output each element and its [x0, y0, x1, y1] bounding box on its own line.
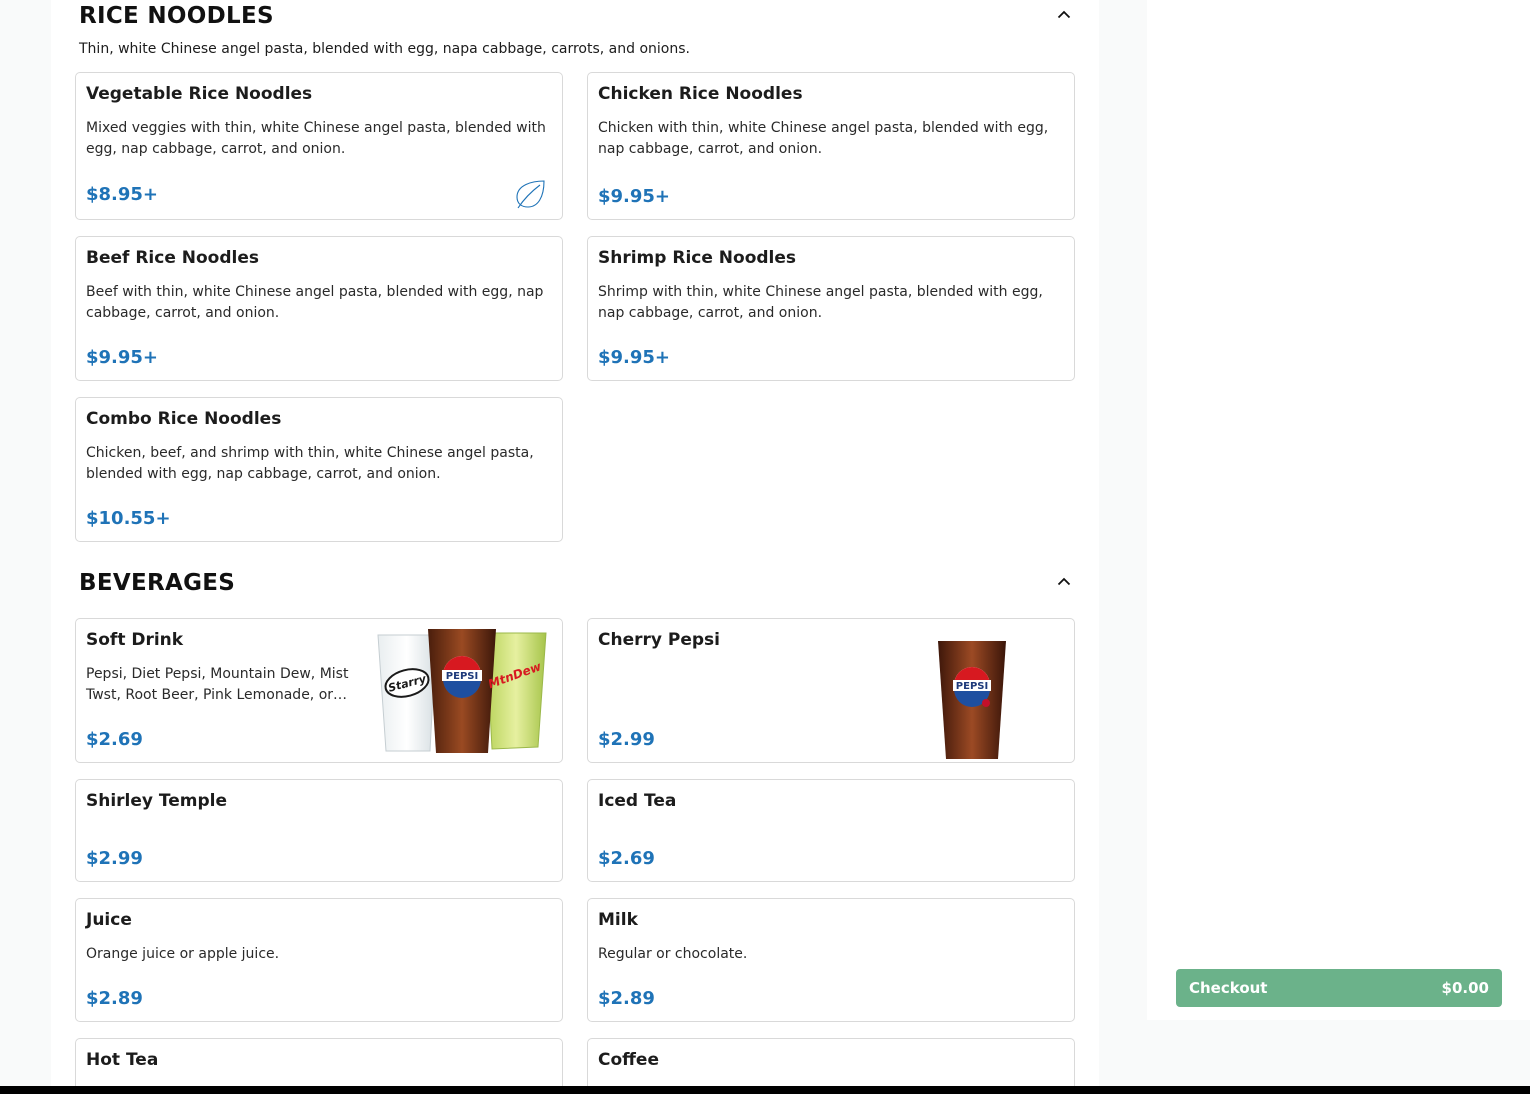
rice-noodles-section-header[interactable]: RICE NOODLES [79, 3, 1075, 29]
item-price: $2.69 [598, 848, 655, 869]
item-price: $2.69 [86, 729, 143, 750]
item-name: Vegetable Rice Noodles [86, 84, 313, 104]
item-description: Pepsi, Diet Pepsi, Mountain Dew, Mist Tw… [86, 666, 349, 703]
item-description: Chicken, beef, and shrimp with thin, whi… [86, 445, 534, 482]
checkout-total: $0.00 [1441, 979, 1489, 997]
item-price: $10.55+ [86, 508, 171, 529]
item-name: Cherry Pepsi [598, 630, 720, 650]
menu-item-card[interactable]: Combo Rice Noodles Chicken, beef, and sh… [75, 397, 563, 542]
item-name: Milk [598, 910, 638, 930]
svg-text:PEPSI: PEPSI [446, 671, 478, 682]
item-price: $9.95+ [86, 347, 159, 368]
item-description: Chicken with thin, white Chinese angel p… [598, 120, 1049, 157]
menu-column: RICE NOODLES Thin, white Chinese angel p… [51, 0, 1099, 1094]
item-name: Hot Tea [86, 1050, 159, 1070]
collapse-chevron-up-icon[interactable] [1053, 570, 1075, 592]
beverages-section-header[interactable]: BEVERAGES [79, 570, 1075, 596]
item-price: $9.95+ [598, 347, 671, 368]
menu-item-card[interactable]: Beef Rice Noodles Beef with thin, white … [75, 236, 563, 381]
menu-item-card[interactable]: Milk Regular or chocolate. $2.89 [587, 898, 1075, 1022]
menu-item-card[interactable]: Shrimp Rice Noodles Shrimp with thin, wh… [587, 236, 1075, 381]
item-name: Chicken Rice Noodles [598, 84, 803, 104]
collapse-chevron-up-icon[interactable] [1053, 3, 1075, 25]
item-price: $2.89 [86, 988, 143, 1009]
section-title: RICE NOODLES [79, 3, 274, 29]
menu-item-card[interactable]: Cherry Pepsi $2.99 PEPSI [587, 618, 1075, 763]
item-name: Shrimp Rice Noodles [598, 248, 797, 268]
menu-item-card[interactable]: Chicken Rice Noodles Chicken with thin, … [587, 72, 1075, 220]
menu-item-card[interactable]: Iced Tea $2.69 [587, 779, 1075, 882]
item-description: Beef with thin, white Chinese angel past… [86, 284, 544, 321]
item-name: Combo Rice Noodles [86, 409, 282, 429]
soft-drink-image: PEPSI Starry MtnDew [374, 627, 549, 761]
item-name: Iced Tea [598, 791, 677, 811]
item-name: Juice [86, 910, 132, 930]
menu-item-card[interactable]: Juice Orange juice or apple juice. $2.89 [75, 898, 563, 1022]
cherry-pepsi-image: PEPSI [936, 639, 1008, 762]
cart-panel: Checkout $0.00 [1147, 0, 1530, 1020]
menu-item-card[interactable]: Shirley Temple $2.99 [75, 779, 563, 882]
svg-text:PEPSI: PEPSI [956, 681, 988, 692]
item-description: Mixed veggies with thin, white Chinese a… [86, 120, 546, 157]
bottom-bar [0, 1086, 1530, 1094]
item-description: Orange juice or apple juice. [86, 946, 280, 962]
item-name: Beef Rice Noodles [86, 248, 260, 268]
leaf-icon [514, 179, 546, 213]
section-title: BEVERAGES [79, 570, 236, 596]
item-price: $9.95+ [598, 186, 671, 207]
item-name: Soft Drink [86, 630, 184, 650]
item-name: Coffee [598, 1050, 659, 1070]
item-name: Shirley Temple [86, 791, 228, 811]
checkout-label: Checkout [1189, 979, 1268, 997]
item-price: $2.89 [598, 988, 655, 1009]
checkout-button[interactable]: Checkout $0.00 [1176, 969, 1502, 1007]
menu-item-card[interactable]: Soft Drink Pepsi, Diet Pepsi, Mountain D… [75, 618, 563, 763]
item-price: $2.99 [598, 729, 655, 750]
item-price: $8.95+ [86, 184, 159, 205]
item-price: $2.99 [86, 848, 143, 869]
item-description: Regular or chocolate. [598, 946, 748, 962]
menu-item-card[interactable]: Vegetable Rice Noodles Mixed veggies wit… [75, 72, 563, 220]
section-description: Thin, white Chinese angel pasta, blended… [79, 41, 690, 57]
item-description: Shrimp with thin, white Chinese angel pa… [598, 284, 1043, 321]
